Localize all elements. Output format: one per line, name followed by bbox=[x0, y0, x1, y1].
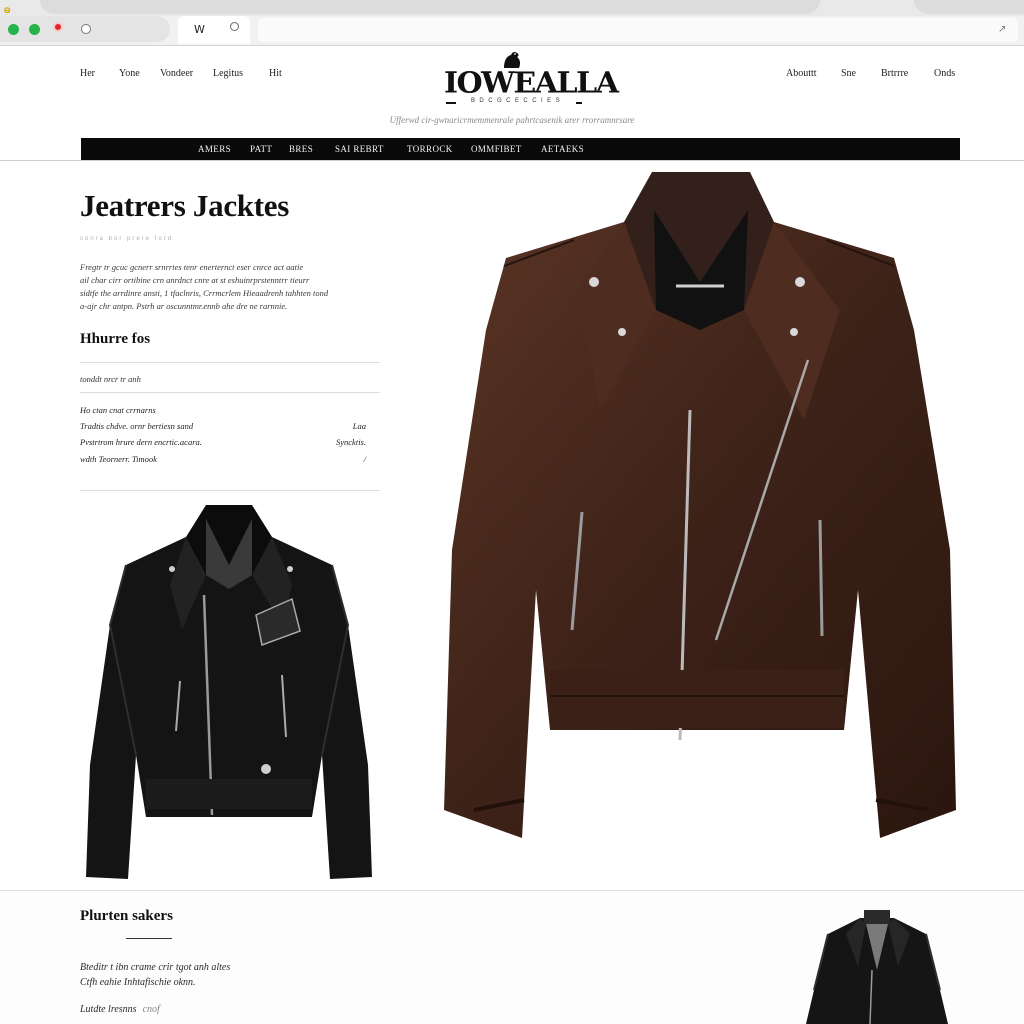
section-heading-underline bbox=[126, 938, 172, 939]
features-divider-bottom bbox=[80, 490, 380, 491]
features-divider-top bbox=[80, 362, 380, 363]
tab-close-icon[interactable] bbox=[230, 22, 239, 31]
main-nav-item-amers[interactable]: AMERS bbox=[198, 144, 231, 154]
minimize-dot-icon[interactable] bbox=[29, 24, 40, 35]
section-link-suffix: cnof bbox=[142, 1004, 160, 1015]
browser-toolbar: W ↗ bbox=[0, 16, 1024, 46]
nav-link-hit[interactable]: Hit bbox=[269, 68, 282, 79]
browser-titlebar bbox=[0, 0, 1024, 16]
section-description-line: Bteditr t ibn crame crir tgot anh altes bbox=[80, 962, 231, 973]
section-link[interactable]: Lutdte lresnns cnof bbox=[80, 1004, 160, 1015]
model-jacket-illustration bbox=[806, 910, 948, 1024]
nav-link-legitus[interactable]: Legitus bbox=[213, 68, 243, 79]
feature-row: wdth Teornerr. Timook / bbox=[80, 454, 366, 468]
site-tagline: Ufferwd cir-gwnaricrmemmenrale pahrtcase… bbox=[389, 115, 635, 125]
black-leather-biker-jacket-image[interactable] bbox=[86, 505, 372, 883]
extension-icon[interactable]: ↗ bbox=[998, 24, 1008, 35]
brown-leather-biker-jacket-image[interactable] bbox=[444, 170, 956, 842]
feature-row-label: Ho ctan cnat crrnarns bbox=[80, 405, 156, 415]
titlebar-tab-strip bbox=[40, 0, 820, 14]
feature-row: Pvstrtrom hrure dern encrtic.acara. Sync… bbox=[80, 437, 366, 451]
nav-link-yone[interactable]: Yone bbox=[119, 68, 140, 79]
reload-circle-icon[interactable] bbox=[81, 24, 91, 34]
browser-logo-icon: ဓ bbox=[4, 2, 11, 16]
brown-jacket-illustration bbox=[444, 172, 956, 838]
hero-description-line: ail char cirr ortibine crn anrdnct cnre … bbox=[80, 275, 310, 285]
nav-link-sne[interactable]: Sne bbox=[841, 68, 856, 79]
hero-description-line: sidtfe the arrdinre ansti, 1 tfaclnris, … bbox=[80, 288, 329, 298]
nav-link-onds[interactable]: Onds bbox=[934, 68, 955, 79]
feature-row-value: Syncktis. bbox=[336, 437, 366, 447]
hero-description-line: Fregtr tr gcuc gcnerr srnrrtes tenr ener… bbox=[80, 262, 304, 272]
nav-link-about[interactable]: Abouttt bbox=[786, 68, 817, 79]
main-nav: AMERS PATT BRES SAI REBRT TORROCK OMMFIB… bbox=[81, 138, 960, 160]
feature-row-value[interactable]: / bbox=[364, 454, 366, 464]
close-dot-icon[interactable] bbox=[53, 22, 63, 32]
page-title: Jeatrers Jacktes bbox=[80, 188, 289, 223]
address-bar[interactable]: ↗ bbox=[258, 18, 1018, 42]
tab-title: W bbox=[194, 23, 205, 36]
hero-description: Fregtr tr gcuc gcnerr srnrrtes tenr ener… bbox=[80, 261, 342, 313]
logo-subtext: B D C G C E C C I E S bbox=[456, 98, 576, 104]
feature-row: Ho ctan cnat crrnarns bbox=[80, 405, 366, 419]
main-nav-item-torrock[interactable]: TORROCK bbox=[407, 144, 453, 154]
section-heading: Plurten sakers bbox=[80, 908, 173, 924]
nav-link-brtrrre[interactable]: Brtrrre bbox=[881, 68, 908, 79]
main-nav-item-ommfibet[interactable]: OMMFIBET bbox=[471, 144, 522, 154]
main-nav-item-aetaeks[interactable]: AETAEKS bbox=[541, 144, 584, 154]
features-subtitle: tonddt nrcr tr anh bbox=[80, 374, 141, 384]
main-nav-item-patt[interactable]: PATT bbox=[250, 144, 272, 154]
window-controls bbox=[0, 16, 170, 42]
main-nav-item-bres[interactable]: BRES bbox=[289, 144, 313, 154]
section-description-line: Ctfh eahie Inhtafischie oknn. bbox=[80, 977, 196, 988]
section-link-label[interactable]: Lutdte lresnns bbox=[80, 1004, 137, 1015]
maximize-dot-icon[interactable] bbox=[8, 24, 19, 35]
main-nav-item-sai-rebrt[interactable]: SAI REBRT bbox=[335, 144, 384, 154]
hero-description-line: a-ajr chr antpn. Pstrh ar oscunntmr.ennb… bbox=[80, 301, 288, 311]
feature-row-value: Laa bbox=[352, 421, 366, 431]
hero-meta: sonra bor prere ford bbox=[80, 236, 174, 242]
feature-row-label: wdth Teornerr. Timook bbox=[80, 454, 157, 464]
feature-row: Tradtis chdve. ornr bertiesn sand Laa bbox=[80, 421, 366, 435]
feature-row-label: Pvstrtrom hrure dern encrtic.acara. bbox=[80, 437, 202, 447]
nav-link-her[interactable]: Her bbox=[80, 68, 95, 79]
feature-row-label: Tradtis chdve. ornr bertiesn sand bbox=[80, 421, 194, 431]
black-leather-jacket-model-image[interactable] bbox=[806, 910, 948, 1024]
black-jacket-illustration bbox=[86, 505, 372, 879]
features-heading: Hhurre fos bbox=[80, 331, 151, 347]
section-description: Bteditr t ibn crame crir tgot anh altes … bbox=[80, 960, 330, 990]
browser-tab[interactable]: W bbox=[178, 16, 250, 44]
titlebar-right-strip bbox=[914, 0, 1024, 14]
nav-link-vondeer[interactable]: Vondeer bbox=[160, 68, 193, 79]
header-divider bbox=[0, 160, 1024, 161]
features-divider-mid bbox=[80, 392, 380, 393]
site-logo[interactable]: IOWEALLA bbox=[444, 67, 619, 100]
